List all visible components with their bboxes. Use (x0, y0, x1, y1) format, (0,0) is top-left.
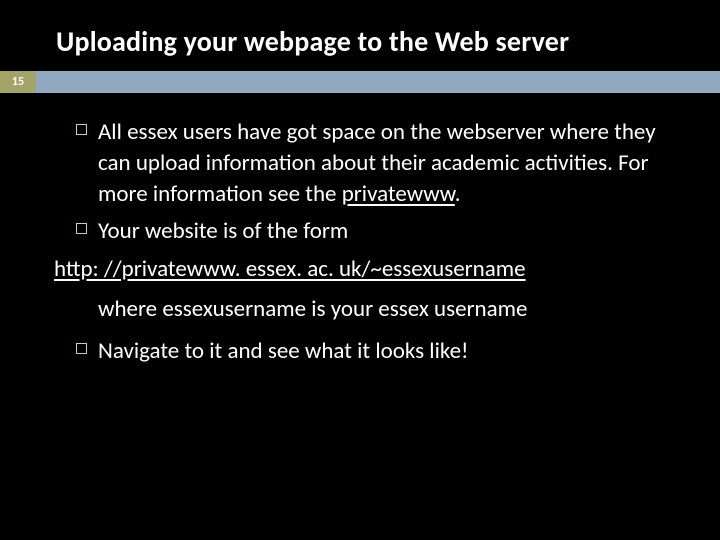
bullet-item: Navigate to it and see what it looks lik… (76, 336, 666, 367)
bullet-post: . (455, 180, 461, 208)
badge-bar (36, 71, 720, 93)
bullet-item: All essex users have got space on the we… (76, 117, 666, 210)
url-link[interactable]: http: //privatewww. essex. ac. uk/~essex… (54, 253, 666, 285)
square-bullet-icon (76, 223, 98, 234)
slide: Uploading your webpage to the Web server… (0, 0, 720, 540)
content-area: All essex users have got space on the we… (0, 117, 720, 367)
square-bullet-icon (76, 124, 98, 135)
bullet-text: All essex users have got space on the we… (98, 117, 666, 210)
bullet-item: Your website is of the form (76, 216, 666, 247)
badge-row: 15 (0, 71, 720, 93)
page-number-badge: 15 (0, 71, 36, 93)
privatewww-link[interactable]: privatewww (342, 180, 455, 208)
square-bullet-icon (76, 343, 98, 354)
bullet-text: Your website is of the form (98, 216, 666, 247)
sub-text: where essexusername is your essex userna… (98, 293, 666, 325)
slide-title: Uploading your webpage to the Web server (0, 24, 720, 71)
bullet-text: Navigate to it and see what it looks lik… (98, 336, 666, 367)
